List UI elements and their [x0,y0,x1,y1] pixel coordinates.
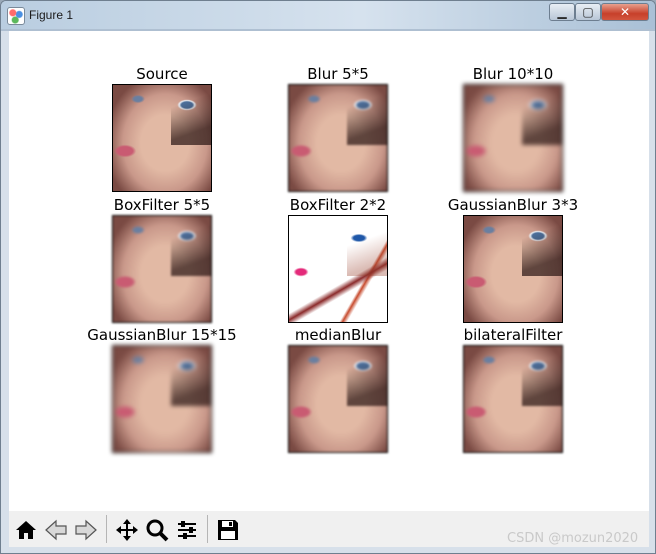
window-title: Figure 1 [29,8,74,22]
figure-window: Figure 1 ▁ ▢ ✕ Source Blur 5*5 Blur 10*1… [0,0,656,554]
maximize-button[interactable]: ▢ [575,3,601,21]
forward-button[interactable] [71,516,101,544]
title-bar[interactable]: Figure 1 ▁ ▢ ✕ [1,1,655,29]
pan-icon [116,519,138,541]
source-image [112,84,212,192]
subplot-title: GaussianBlur 3*3 [447,196,579,214]
blur-10-image [463,84,563,192]
blur-5-image [288,84,388,192]
gaussian-15-image [112,345,212,453]
subplot-title: BoxFilter 5*5 [113,196,211,214]
save-button[interactable] [213,516,243,544]
matplotlib-app-icon [7,7,25,25]
back-icon [45,519,67,541]
watermark: CSDN @mozun2020 [507,531,639,546]
minimize-button[interactable]: ▁ [549,3,575,21]
close-button[interactable]: ✕ [601,3,649,21]
figure-canvas[interactable]: Source Blur 5*5 Blur 10*10 BoxFilter 5*5… [9,31,649,511]
maximize-icon: ▢ [582,5,594,19]
subplot-title: Blur 10*10 [472,65,554,83]
bilateral-image [463,345,563,453]
home-icon [16,521,36,539]
subplot-title: medianBlur [294,326,382,344]
back-button[interactable] [41,516,71,544]
boxfilter-5-image [112,215,212,323]
forward-icon [75,519,97,541]
subplot-title: Source [136,65,188,83]
subplot-title: GaussianBlur 15*15 [87,326,237,344]
subplot-title: Blur 5*5 [307,65,369,83]
boxfilter-2-image [288,215,388,323]
zoom-icon [146,519,169,542]
gaussian-3-image [463,215,563,323]
home-button[interactable] [11,516,41,544]
subplot-title: bilateralFilter [463,326,563,344]
zoom-button[interactable] [142,516,172,544]
minimize-icon: ▁ [557,5,567,19]
close-icon: ✕ [619,5,631,19]
configure-subplots-button[interactable] [172,516,202,544]
configure-subplots-icon [178,521,196,539]
subplot-title: BoxFilter 2*2 [289,196,387,214]
pan-button[interactable] [112,516,142,544]
save-icon [218,520,238,540]
median-image [288,345,388,453]
